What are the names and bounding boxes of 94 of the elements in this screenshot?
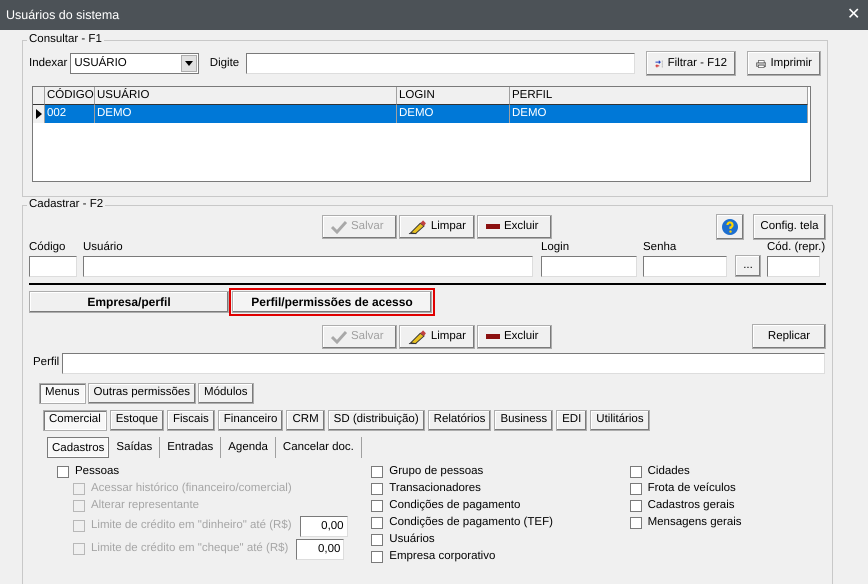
checkbox[interactable] — [371, 517, 384, 530]
column-header: PERFIL — [510, 87, 808, 105]
search-field[interactable] — [246, 53, 635, 74]
field-label: Perfil — [33, 356, 60, 370]
eraser-icon — [408, 219, 427, 235]
field-label: Digite — [210, 56, 240, 70]
delete-button[interactable]: Excluir — [477, 324, 552, 349]
tab[interactable]: EDI — [556, 410, 588, 431]
checkbox-label: Alterar representante — [91, 499, 200, 514]
minus-icon — [486, 224, 500, 230]
checkbox-label: Mensagens gerais — [648, 516, 742, 530]
help-icon — [721, 218, 739, 236]
column-header: CÓDIGO — [45, 87, 95, 105]
checkbox[interactable] — [371, 551, 384, 564]
checkbox-label: Cidades — [648, 465, 690, 480]
checkbox-label: Transacionadores — [389, 482, 481, 496]
checkbox-label: Grupo de pessoas — [389, 465, 484, 480]
tab[interactable]: Cancelar doc. — [276, 436, 362, 458]
field-label: Cód. (repr.) — [767, 241, 826, 255]
field-label: Indexar — [29, 56, 68, 70]
tab[interactable]: Business — [494, 410, 554, 431]
checkbox[interactable] — [371, 534, 384, 546]
checkbox-label: Condições de pagamento — [389, 499, 520, 514]
text-field[interactable] — [83, 256, 533, 277]
password-field[interactable] — [643, 256, 727, 277]
table-cell: DEMO — [510, 105, 808, 123]
text-field[interactable] — [541, 256, 637, 277]
minus-icon — [486, 334, 500, 340]
eraser-icon — [408, 328, 427, 345]
tab[interactable]: Outras permissões — [88, 382, 196, 404]
row-pointer-icon — [36, 109, 42, 119]
tab[interactable]: Fiscais — [166, 410, 215, 431]
tab[interactable]: CRM — [286, 410, 325, 431]
lookup-button[interactable]: ... — [735, 254, 761, 277]
table-row[interactable]: 002 DEMO DEMO DEMO — [33, 105, 810, 123]
check-icon — [331, 220, 347, 234]
tab[interactable]: Estoque — [110, 410, 164, 431]
table-cell: DEMO — [95, 105, 397, 123]
clear-button[interactable]: Limpar — [399, 215, 475, 239]
config-button[interactable]: Config. tela — [753, 214, 826, 240]
profile-field[interactable] — [62, 352, 826, 374]
help-button[interactable] — [716, 214, 744, 240]
checkbox-label: Usuários — [389, 533, 435, 548]
checkbox-label: Limite de crédito em "dinheiro" até (R$) — [91, 519, 292, 534]
tab[interactable]: Empresa/perfil — [29, 290, 229, 313]
table-cell: 002 — [45, 105, 95, 123]
tab[interactable]: Cadastros — [47, 436, 110, 458]
close-button[interactable]: ✕ — [847, 5, 860, 25]
tab[interactable]: Módulos — [198, 382, 254, 404]
checkbox-label: Limite de crédito em "cheque" até (R$) — [91, 542, 288, 556]
checkbox[interactable] — [630, 500, 642, 512]
replicate-button[interactable]: Replicar — [752, 324, 826, 350]
row-header-corner — [33, 87, 45, 105]
tab[interactable]: SD (distribuição) — [328, 410, 425, 431]
field-label: Código — [29, 241, 66, 255]
checkbox[interactable] — [371, 500, 384, 512]
tab[interactable]: Relatórios — [428, 410, 492, 431]
checkbox[interactable] — [371, 466, 384, 478]
field-label: Usuário — [83, 241, 124, 255]
tab[interactable]: Perfil/permissões de acesso — [232, 290, 432, 313]
table-cell: DEMO — [397, 105, 510, 123]
index-dropdown[interactable]: USUÁRIO — [70, 53, 199, 74]
column-header: USUÁRIO — [95, 87, 397, 105]
checkbox-label: Condições de pagamento (TEF) — [389, 516, 553, 530]
value-field: 0,00 — [300, 516, 348, 537]
filter-button[interactable]: Filtrar - F12 — [646, 51, 736, 76]
checkbox[interactable] — [630, 517, 642, 530]
tab[interactable]: Entradas — [160, 436, 222, 458]
check-icon — [331, 330, 347, 344]
checkbox-label: Cadastros gerais — [648, 499, 735, 514]
field-label: Senha — [643, 241, 678, 255]
tab[interactable]: Utilitários — [590, 410, 650, 431]
text-field[interactable] — [767, 256, 820, 277]
field-label: Login — [541, 241, 570, 255]
checkbox[interactable] — [630, 466, 642, 478]
checkbox-label: Acessar histórico (financeiro/comercial) — [91, 482, 292, 496]
checkbox[interactable] — [630, 483, 642, 496]
tab[interactable]: Financeiro — [218, 410, 284, 431]
text-field[interactable] — [29, 256, 77, 277]
checkbox-label: Frota de veículos — [648, 482, 736, 496]
checkbox-label: Pessoas — [75, 465, 120, 480]
print-button[interactable]: Imprimir — [747, 51, 821, 76]
tab[interactable]: Comercial — [43, 410, 107, 431]
tab[interactable]: Saídas — [109, 436, 160, 458]
tab[interactable]: Menus — [39, 382, 86, 404]
value-field: 0,00 — [296, 538, 344, 560]
column-header: LOGIN — [397, 87, 510, 105]
checkbox[interactable] — [371, 483, 384, 496]
checkbox-label: Empresa corporativo — [389, 550, 496, 564]
clear-button[interactable]: Limpar — [399, 324, 475, 349]
checkbox[interactable] — [57, 466, 69, 478]
tab[interactable]: Agenda — [221, 436, 276, 458]
delete-button[interactable]: Excluir — [477, 215, 552, 239]
window-title: Usuários do sistema — [6, 8, 120, 22]
